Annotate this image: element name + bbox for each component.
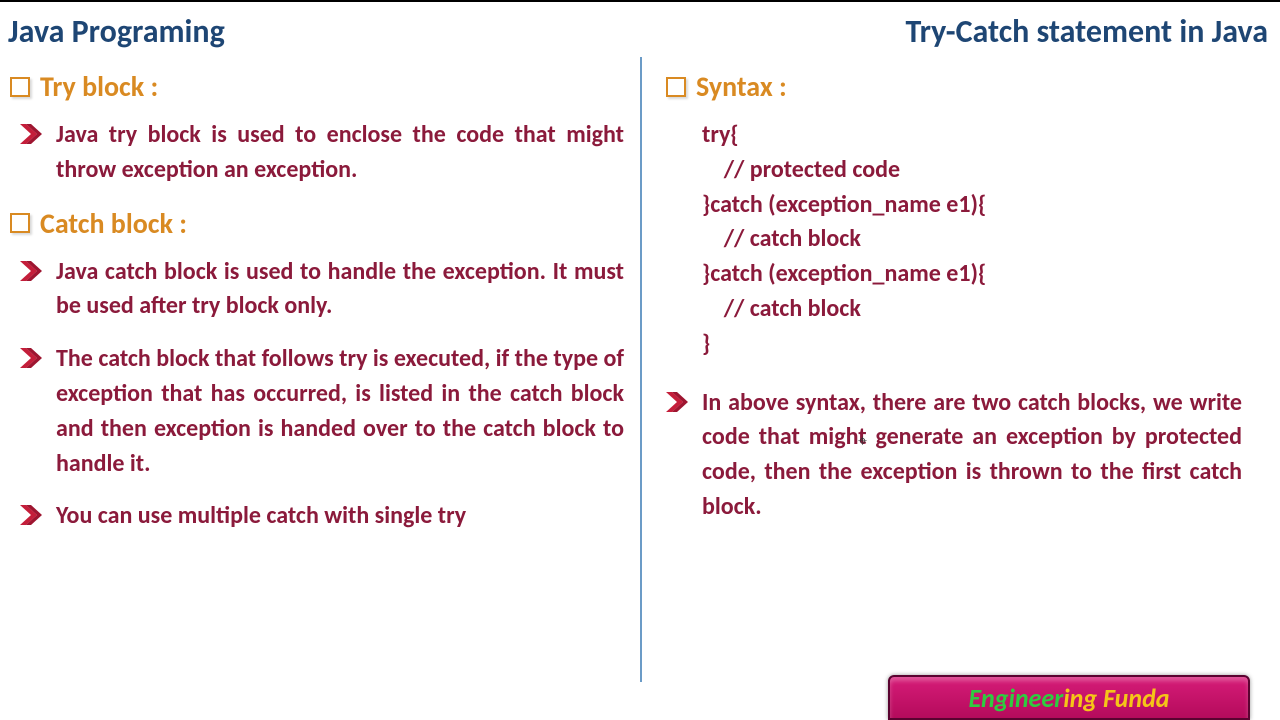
- square-bullet-icon: [10, 213, 30, 233]
- arrow-right-icon: [20, 261, 42, 281]
- right-column: Syntax : try{ // protected code }catch (…: [640, 57, 1280, 682]
- catch-block-heading: Catch block :: [10, 206, 624, 241]
- square-bullet-icon: [666, 77, 686, 97]
- mouse-cursor-icon: ⌖: [858, 432, 867, 451]
- square-bullet-icon: [10, 77, 30, 97]
- header-right-title: Try-Catch statement in Java: [905, 12, 1268, 51]
- syntax-title-text: Syntax :: [696, 69, 787, 104]
- try-block-title-text: Try block :: [40, 69, 158, 104]
- arrow-right-icon: [20, 348, 42, 368]
- bullet-text: The catch block that follows try is exec…: [56, 342, 624, 481]
- slide-header: Java Programing Try-Catch statement in J…: [0, 2, 1280, 57]
- brand-part-2: ing Funda: [1063, 682, 1169, 714]
- bullet-text: Java catch block is used to handle the e…: [56, 255, 624, 325]
- try-block-heading: Try block :: [10, 69, 624, 104]
- bullet-text: In above syntax, there are two catch blo…: [702, 386, 1242, 525]
- arrow-right-icon: [20, 505, 42, 525]
- bullet-item: In above syntax, there are two catch blo…: [666, 386, 1242, 525]
- bullet-item: Java try block is used to enclose the co…: [20, 118, 624, 188]
- syntax-code-block: try{ // protected code }catch (exception…: [702, 118, 1264, 362]
- bullet-item: You can use multiple catch with single t…: [20, 499, 624, 534]
- left-column: Try block : Java try block is used to en…: [0, 57, 640, 682]
- brand-part-1: Engineer: [968, 682, 1063, 714]
- bullet-text: You can use multiple catch with single t…: [56, 499, 466, 534]
- bullet-item: Java catch block is used to handle the e…: [20, 255, 624, 325]
- bullet-item: The catch block that follows try is exec…: [20, 342, 624, 481]
- bullet-text: Java try block is used to enclose the co…: [56, 118, 624, 188]
- header-left-title: Java Programing: [8, 12, 225, 51]
- syntax-heading: Syntax :: [666, 69, 1264, 104]
- arrow-right-icon: [666, 392, 688, 412]
- arrow-right-icon: [20, 124, 42, 144]
- brand-text: Engineering Funda: [968, 682, 1169, 714]
- catch-block-title-text: Catch block :: [40, 206, 187, 241]
- content-columns: Try block : Java try block is used to en…: [0, 57, 1280, 682]
- brand-badge: Engineering Funda: [888, 675, 1250, 720]
